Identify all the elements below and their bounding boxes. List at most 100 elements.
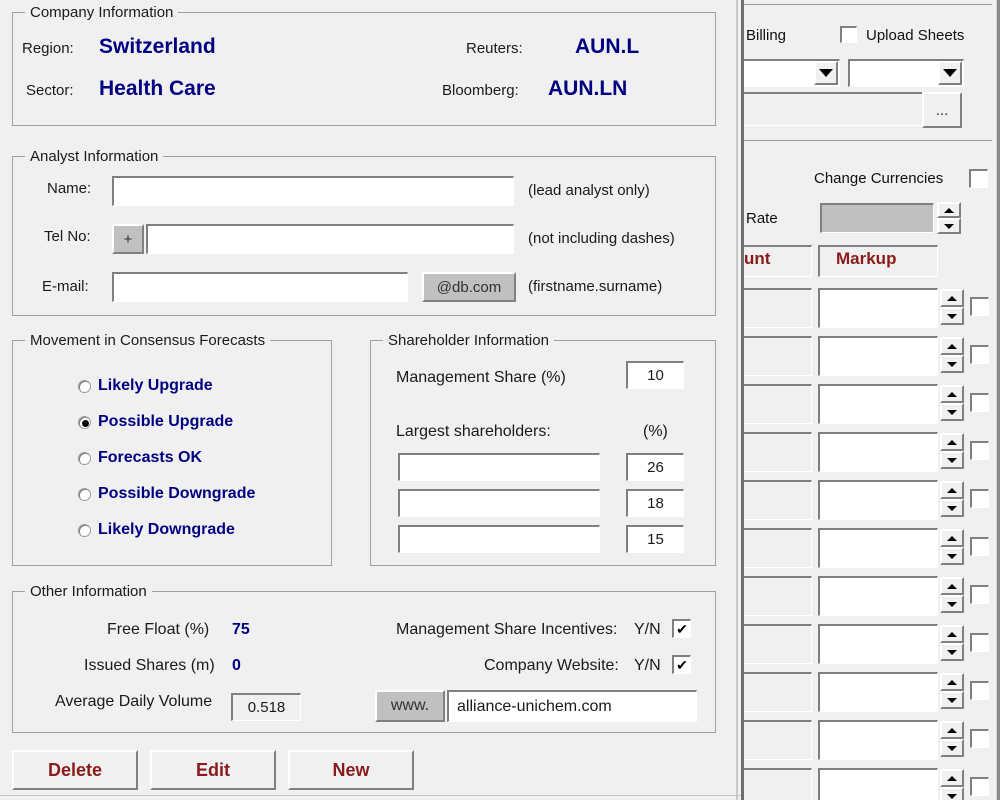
bg-row-spinner-up[interactable]: [940, 481, 964, 499]
browse-button[interactable]: ...: [922, 92, 962, 128]
tel-plus-button[interactable]: +: [112, 224, 144, 254]
bg-row-checkbox[interactable]: [970, 681, 989, 700]
bg-row-value-field[interactable]: [818, 768, 938, 800]
upload-sheets-checkbox[interactable]: [840, 26, 857, 43]
bg-row-value-field[interactable]: [818, 672, 938, 712]
www-button[interactable]: www.: [375, 690, 445, 722]
bg-row-spinner-down[interactable]: [940, 547, 964, 565]
bg-row-name-field[interactable]: [744, 336, 812, 376]
radio-possible-upgrade[interactable]: [78, 416, 91, 429]
bg-row-checkbox[interactable]: [970, 345, 989, 364]
caret-up-icon: [947, 679, 957, 685]
bg-row-spinner-up[interactable]: [940, 529, 964, 547]
bg-row-name-field[interactable]: [744, 384, 812, 424]
bg-row-spinner-up[interactable]: [940, 385, 964, 403]
bg-row-checkbox[interactable]: [970, 729, 989, 748]
website-input[interactable]: alliance-unichem.com: [447, 690, 697, 722]
bg-row-spinner-down[interactable]: [940, 595, 964, 613]
mgmt-incentives-checkbox[interactable]: ✔: [672, 619, 691, 638]
bg-row-spinner-up[interactable]: [940, 433, 964, 451]
average-daily-volume-input[interactable]: 0.518: [231, 693, 301, 721]
shareholder-percent-input[interactable]: 18: [626, 489, 684, 517]
bg-row-name-field[interactable]: [744, 528, 812, 568]
radio-likely-downgrade[interactable]: [78, 524, 91, 537]
analyst-email-input[interactable]: [112, 272, 408, 302]
bg-row-name-field[interactable]: [744, 480, 812, 520]
billing-combo-left-arrow[interactable]: [814, 61, 838, 85]
bg-row-spinner-down[interactable]: [940, 787, 964, 800]
other-information-legend: Other Information: [30, 583, 147, 600]
bg-row-value-field[interactable]: [818, 624, 938, 664]
bg-row-checkbox[interactable]: [970, 297, 989, 316]
bg-row-spinner-up[interactable]: [940, 289, 964, 307]
sector-value: Health Care: [99, 77, 216, 100]
bg-row-checkbox[interactable]: [970, 777, 989, 796]
radio-possible-downgrade[interactable]: [78, 488, 91, 501]
bg-row-name-field[interactable]: [744, 576, 812, 616]
path-field[interactable]: [744, 92, 924, 126]
bg-row-name-field[interactable]: [744, 720, 812, 760]
bg-row-value-field[interactable]: [818, 480, 938, 520]
bg-row-spinner-down[interactable]: [940, 739, 964, 757]
analyst-name-input[interactable]: [112, 176, 514, 206]
bg-row-spinner-down[interactable]: [940, 355, 964, 373]
bg-row-value-field[interactable]: [818, 336, 938, 376]
bg-row-name-field[interactable]: [744, 432, 812, 472]
bg-row-checkbox[interactable]: [970, 393, 989, 412]
caret-down-icon: [947, 745, 957, 751]
billing-combo-right-arrow[interactable]: [938, 61, 962, 85]
bg-row-checkbox[interactable]: [970, 489, 989, 508]
radio-label-possible-downgrade[interactable]: Possible Downgrade: [98, 485, 255, 503]
radio-likely-upgrade[interactable]: [78, 380, 91, 393]
radio-forecasts-ok[interactable]: [78, 452, 91, 465]
bg-row-value-field[interactable]: [818, 288, 938, 328]
rate-spinner-up[interactable]: [937, 202, 961, 218]
bg-row-name-field[interactable]: [744, 288, 812, 328]
bg-row-checkbox[interactable]: [970, 633, 989, 652]
bg-row-spinner-down[interactable]: [940, 691, 964, 709]
edit-button[interactable]: Edit: [150, 750, 276, 790]
shareholder-name-input[interactable]: [398, 525, 600, 553]
bg-row-spinner-up[interactable]: [940, 769, 964, 787]
bg-row-spinner-up[interactable]: [940, 337, 964, 355]
new-button[interactable]: New: [288, 750, 414, 790]
bg-row-value-field[interactable]: [818, 384, 938, 424]
bg-row-spinner-up[interactable]: [940, 721, 964, 739]
bg-row-value-field[interactable]: [818, 432, 938, 472]
bg-row-spinner-up[interactable]: [940, 625, 964, 643]
bg-row-spinner-down[interactable]: [940, 403, 964, 421]
bg-row-value-field[interactable]: [818, 720, 938, 760]
bg-row-spinner-up[interactable]: [940, 673, 964, 691]
radio-label-likely-upgrade[interactable]: Likely Upgrade: [98, 377, 213, 395]
bg-row-value-field[interactable]: [818, 576, 938, 616]
bg-row-spinner-down[interactable]: [940, 451, 964, 469]
email-domain-button[interactable]: @db.com: [422, 272, 516, 302]
shareholder-percent-input[interactable]: 26: [626, 453, 684, 481]
bg-row-spinner-up[interactable]: [940, 577, 964, 595]
shareholder-name-input[interactable]: [398, 489, 600, 517]
bg-row-checkbox[interactable]: [970, 537, 989, 556]
bg-row-checkbox[interactable]: [970, 441, 989, 460]
analyst-tel-input[interactable]: [146, 224, 514, 254]
rate-field[interactable]: [820, 203, 934, 233]
shareholder-percent-value: 15: [647, 531, 664, 548]
shareholder-percent-input[interactable]: 15: [626, 525, 684, 553]
bg-row-name-field[interactable]: [744, 672, 812, 712]
delete-button[interactable]: Delete: [12, 750, 138, 790]
change-currencies-checkbox[interactable]: [969, 169, 988, 188]
bg-row-spinner-down[interactable]: [940, 643, 964, 661]
bg-row-checkbox[interactable]: [970, 585, 989, 604]
radio-label-possible-upgrade[interactable]: Possible Upgrade: [98, 413, 233, 431]
bg-row-value-field[interactable]: [818, 528, 938, 568]
bg-row-name-field[interactable]: [744, 624, 812, 664]
radio-label-likely-downgrade[interactable]: Likely Downgrade: [98, 521, 235, 539]
bg-row-name-field[interactable]: [744, 768, 812, 800]
rate-spinner-down[interactable]: [937, 218, 961, 234]
bg-row-spinner-down[interactable]: [940, 499, 964, 517]
radio-label-forecasts-ok[interactable]: Forecasts OK: [98, 449, 202, 467]
company-website-checkbox[interactable]: ✔: [672, 655, 691, 674]
bg-row-spinner-down[interactable]: [940, 307, 964, 325]
bg-row-name-value: [744, 722, 811, 759]
shareholder-name-input[interactable]: [398, 453, 600, 481]
management-share-input[interactable]: 10: [626, 361, 684, 389]
